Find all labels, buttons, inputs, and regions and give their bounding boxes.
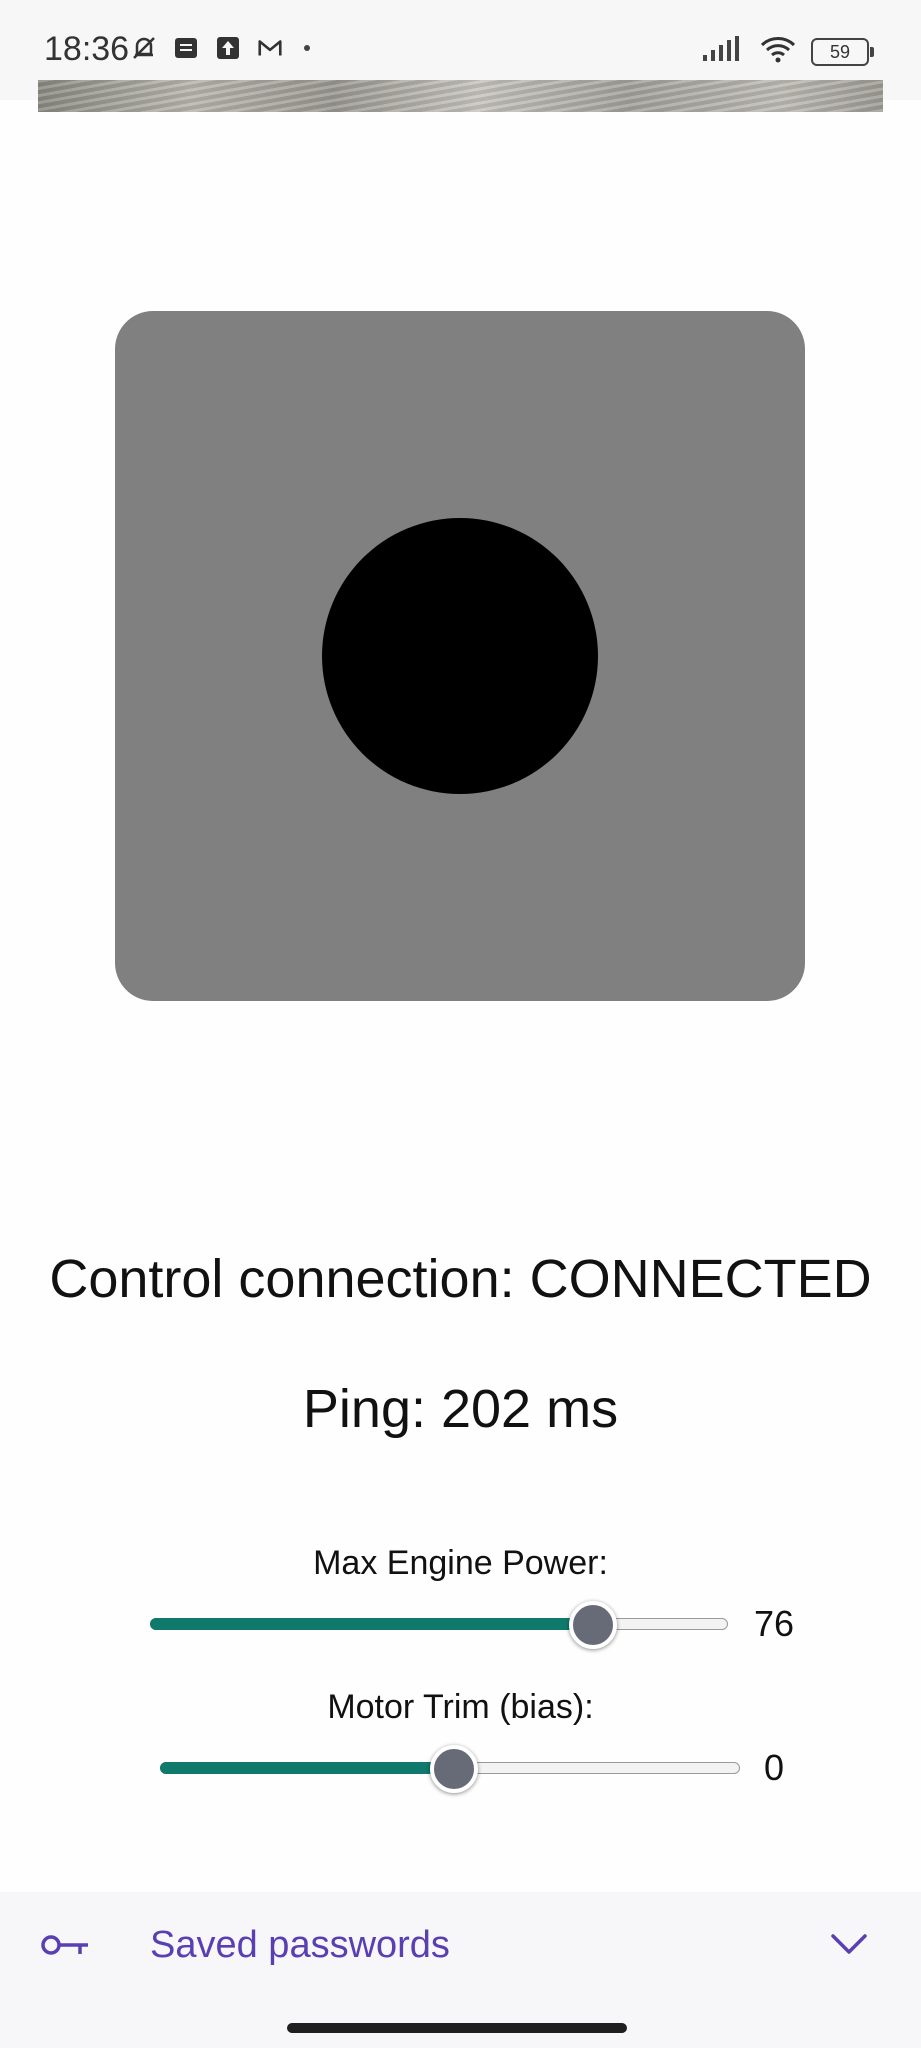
motor-trim-value: 0	[764, 1747, 785, 1788]
joystick-pad[interactable]	[115, 311, 805, 1001]
slider-fill	[160, 1762, 450, 1774]
notification-dot	[304, 45, 310, 51]
wifi-icon	[759, 34, 797, 69]
signal-icon	[701, 35, 745, 68]
status-icons-left	[130, 34, 310, 62]
upload-icon	[214, 34, 242, 62]
notes-icon	[172, 34, 200, 62]
key-icon	[40, 1930, 92, 1960]
slider-fill	[150, 1618, 590, 1630]
home-indicator	[287, 2023, 627, 2033]
connection-status: Control connection: CONNECTED	[49, 1249, 872, 1309]
joystick-knob[interactable]	[322, 518, 598, 794]
chevron-down-icon[interactable]	[829, 1930, 869, 1958]
gmail-icon	[256, 34, 284, 62]
camera-feed	[38, 80, 883, 112]
status-icons-right: 59	[701, 34, 874, 69]
motor-trim-slider[interactable]	[160, 1745, 740, 1793]
saved-passwords-label[interactable]: Saved passwords	[150, 1924, 450, 1967]
status-time: 18:36	[44, 30, 130, 68]
battery-icon: 59	[811, 37, 874, 66]
motor-trim-label: Motor Trim (bias):	[327, 1688, 594, 1726]
saved-passwords-bar[interactable]: Saved passwords	[0, 1892, 921, 2048]
max-engine-power-label: Max Engine Power:	[313, 1544, 608, 1582]
max-engine-power-value: 76	[754, 1603, 795, 1644]
slider-thumb[interactable]	[430, 1745, 478, 1793]
slider-thumb[interactable]	[569, 1601, 618, 1649]
ping-readout: Ping: 202 ms	[302, 1379, 619, 1439]
max-engine-power-slider[interactable]	[150, 1601, 728, 1649]
mute-bell-icon	[130, 34, 158, 62]
